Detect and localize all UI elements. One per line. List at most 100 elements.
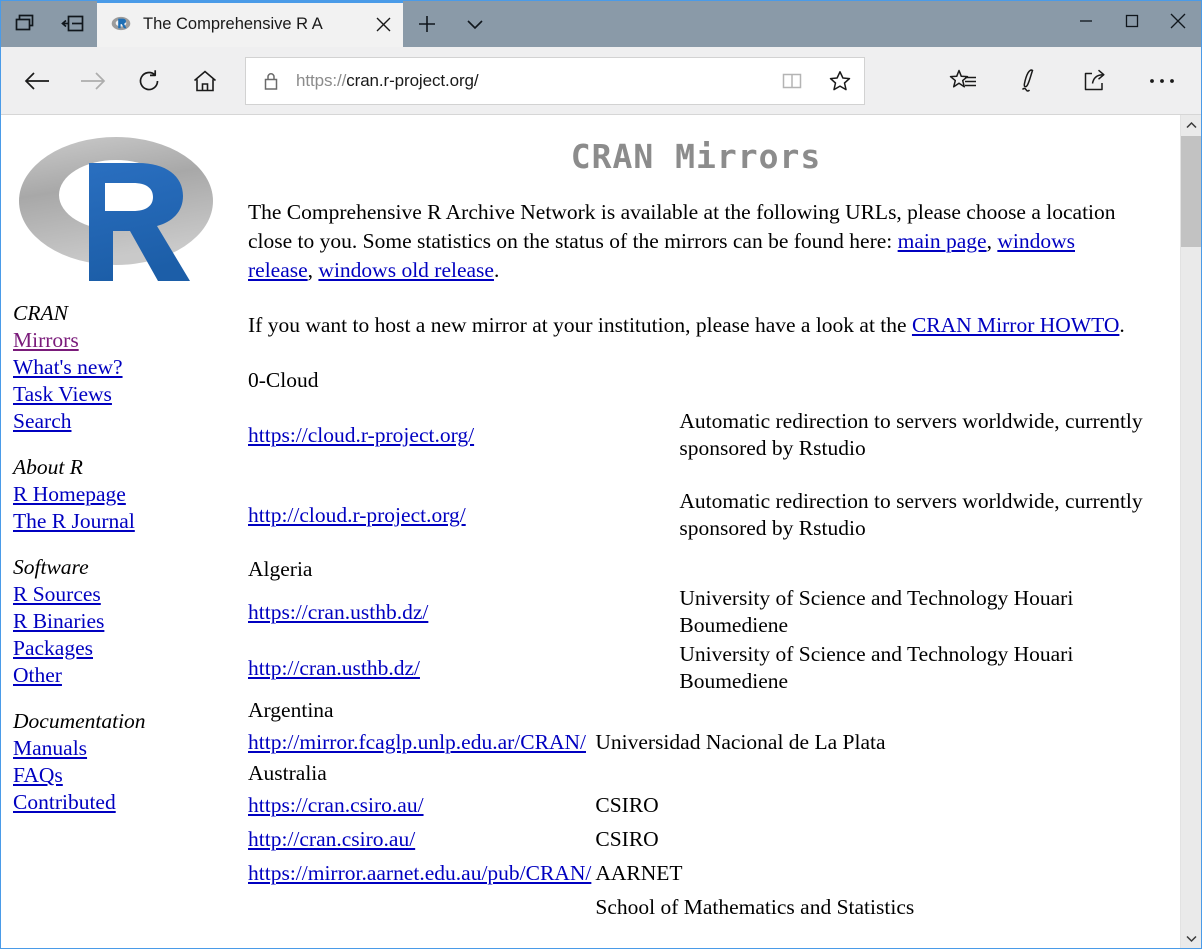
tab-cran[interactable]: The Comprehensive R A — [97, 1, 403, 47]
howto-period: . — [1119, 313, 1125, 337]
close-button[interactable] — [1155, 1, 1201, 41]
intro-paragraph: The Comprehensive R Archive Network is a… — [248, 198, 1144, 285]
howto-text: If you want to host a new mirror at your… — [248, 313, 912, 337]
web-page-content: CRAN Mirrors What's new? Task Views Sear… — [1, 115, 1180, 948]
navigation-toolbar: https://cran.r-project.org/ — [1, 47, 1201, 115]
sidebar-heading: About R — [13, 455, 83, 479]
sidebar-item-packages[interactable]: Packages — [13, 635, 242, 662]
mirror-url-cell: https://cran.usthb.dz/ — [248, 584, 591, 640]
mirror-url-cell: http://cran.csiro.au/ — [248, 822, 591, 856]
page-title: CRAN Mirrors — [570, 137, 822, 176]
toolbar-right-actions — [931, 53, 1201, 109]
table-row: 0-Cloud — [248, 366, 1144, 395]
mirror-description: Automatic redirection to servers worldwi… — [679, 409, 1143, 460]
scroll-up-icon[interactable] — [1181, 115, 1201, 135]
address-bar[interactable]: https://cran.r-project.org/ — [245, 56, 865, 105]
sidebar-group-documentation: Documentation Manuals FAQs Contributed — [13, 707, 242, 816]
table-row: http://cloud.r-project.org/ Automatic re… — [248, 475, 1144, 555]
url-scheme: https:// — [296, 70, 347, 90]
home-icon[interactable] — [177, 53, 233, 109]
table-row: https://mirror.aarnet.edu.au/pub/CRAN/ A… — [248, 856, 1144, 890]
minimize-button[interactable] — [1063, 1, 1109, 41]
star-icon[interactable] — [816, 69, 864, 93]
table-row: School of Mathematics and Statistics — [248, 890, 1144, 924]
share-icon[interactable] — [1063, 53, 1129, 109]
sidebar-item-r-sources[interactable]: R Sources — [13, 581, 242, 608]
browser-window: The Comprehensive R A https://cran.r-pro… — [0, 0, 1202, 949]
more-options-icon[interactable] — [1129, 53, 1195, 109]
mirror-link[interactable]: https://cran.usthb.dz/ — [248, 600, 428, 624]
country-heading: 0-Cloud — [248, 368, 319, 392]
mirror-link[interactable]: https://mirror.aarnet.edu.au/pub/CRAN/ — [248, 861, 591, 885]
mirror-link[interactable]: http://mirror.fcaglp.unlp.edu.ar/CRAN/ — [248, 730, 586, 754]
r-logo — [17, 129, 215, 285]
mirror-description: CSIRO — [595, 792, 659, 817]
address-url[interactable]: https://cran.r-project.org/ — [296, 71, 768, 91]
sidebar-item-task-views[interactable]: Task Views — [13, 381, 242, 408]
favorites-hub-icon[interactable] — [931, 53, 997, 109]
table-row: Argentina — [248, 696, 1144, 725]
chevron-down-icon[interactable] — [451, 1, 499, 47]
refresh-icon[interactable] — [121, 53, 177, 109]
mirror-description: University of Science and Technology Hou… — [679, 642, 1074, 693]
web-note-pen-icon[interactable] — [997, 53, 1063, 109]
sidebar-heading: Software — [13, 555, 89, 579]
back-icon[interactable] — [9, 53, 65, 109]
country-heading: Australia — [248, 761, 327, 785]
intro-period: . — [493, 258, 500, 282]
mirror-description: Automatic redirection to servers worldwi… — [679, 489, 1143, 540]
mirror-link[interactable]: http://cran.csiro.au/ — [248, 827, 415, 851]
mirror-link[interactable]: http://cloud.r-project.org/ — [248, 503, 466, 527]
show-tab-previews-icon[interactable] — [1, 1, 49, 47]
sidebar-item-r-binaries[interactable]: R Binaries — [13, 608, 242, 635]
mirror-link[interactable]: https://cloud.r-project.org/ — [248, 423, 474, 447]
mirror-link[interactable]: http://cran.usthb.dz/ — [248, 656, 420, 680]
intro-sep-1: , — [986, 229, 998, 253]
mirror-url-cell: http://cran.usthb.dz/ — [248, 640, 591, 696]
link-windows-old-release[interactable]: windows old release — [318, 258, 494, 282]
vertical-scrollbar[interactable] — [1180, 115, 1201, 948]
mirror-description: CSIRO — [595, 826, 659, 851]
new-tab-button[interactable] — [403, 1, 451, 47]
forward-icon[interactable] — [65, 53, 121, 109]
intro-sep-2: , — [307, 258, 319, 282]
tab-strip: The Comprehensive R A — [97, 1, 499, 47]
sidebar-item-the-r-journal[interactable]: The R Journal — [13, 508, 242, 535]
sidebar-heading: CRAN — [13, 301, 68, 325]
mirror-url-cell: https://cloud.r-project.org/ — [248, 395, 591, 475]
sidebar-item-search[interactable]: Search — [13, 408, 242, 435]
book-icon[interactable] — [768, 70, 816, 92]
tab-title: The Comprehensive R A — [143, 14, 323, 33]
link-main-page[interactable]: main page — [898, 229, 987, 253]
table-row: Algeria — [248, 555, 1144, 584]
maximize-button[interactable] — [1109, 1, 1155, 41]
mirror-description: University of Science and Technology Hou… — [679, 586, 1074, 637]
lock-icon — [246, 70, 296, 92]
url-host-path: cran.r-project.org/ — [346, 70, 479, 90]
set-tabs-aside-icon[interactable] — [49, 1, 97, 47]
sidebar-group-about-r: About R R Homepage The R Journal — [13, 453, 242, 535]
sidebar-item-whats-new[interactable]: What's new? — [13, 354, 242, 381]
sidebar-item-contributed[interactable]: Contributed — [13, 789, 242, 816]
table-row: https://cloud.r-project.org/ Automatic r… — [248, 395, 1144, 475]
scroll-down-icon[interactable] — [1181, 928, 1201, 948]
link-cran-mirror-howto[interactable]: CRAN Mirror HOWTO — [912, 313, 1119, 337]
sidebar-item-mirrors[interactable]: Mirrors — [13, 327, 242, 354]
table-row: http://cran.csiro.au/ CSIRO — [248, 822, 1144, 856]
sidebar-item-other[interactable]: Other — [13, 662, 242, 689]
sidebar-item-manuals[interactable]: Manuals — [13, 735, 242, 762]
mirror-url-cell: https://cran.csiro.au/ — [248, 788, 591, 822]
r-logo-icon — [111, 14, 131, 34]
mirror-url-cell: http://cloud.r-project.org/ — [248, 475, 591, 555]
scroll-thumb[interactable] — [1181, 136, 1201, 247]
country-heading: Argentina — [248, 698, 334, 722]
mirror-table: 0-Cloud https://cloud.r-project.org/ Aut… — [248, 366, 1144, 924]
sidebar-item-faqs[interactable]: FAQs — [13, 762, 242, 789]
country-heading: Algeria — [248, 557, 313, 581]
table-row: http://mirror.fcaglp.unlp.edu.ar/CRAN/ U… — [248, 725, 1144, 759]
close-icon[interactable] — [363, 1, 403, 47]
sidebar: CRAN Mirrors What's new? Task Views Sear… — [1, 115, 242, 924]
sidebar-item-r-homepage[interactable]: R Homepage — [13, 481, 242, 508]
mirror-description: AARNET — [595, 860, 683, 885]
mirror-link[interactable]: https://cran.csiro.au/ — [248, 793, 424, 817]
